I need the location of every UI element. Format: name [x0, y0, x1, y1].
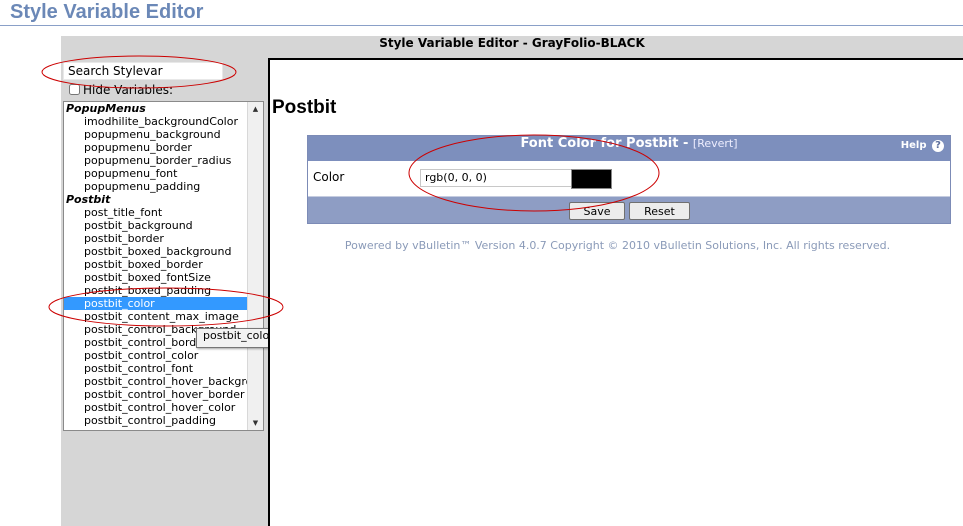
scroll-down-arrow-icon[interactable]: ▼	[248, 416, 263, 430]
revert-link[interactable]: [Revert]	[693, 137, 738, 150]
color-field-label: Color	[313, 170, 345, 184]
list-item[interactable]: postbit_control_hover_color	[64, 401, 247, 414]
list-item[interactable]: imodhilite_backgroundColor	[64, 115, 247, 128]
list-item[interactable]: popupmenu_border	[64, 141, 247, 154]
list-item[interactable]: popupmenu_border_radius	[64, 154, 247, 167]
edit-box-heading: Font Color for Postbit	[520, 136, 679, 151]
list-item[interactable]: postbit_boxed_fontSize	[64, 271, 247, 284]
list-item[interactable]: popupmenu_padding	[64, 180, 247, 193]
color-field-row: Color	[308, 161, 950, 197]
scroll-up-arrow-icon[interactable]: ▲	[248, 102, 263, 116]
list-item[interactable]: postbit_background	[64, 219, 247, 232]
list-item[interactable]: postbit_control_hover_background	[64, 375, 247, 388]
help-link[interactable]: Help ?	[901, 140, 944, 152]
list-item[interactable]: postbit_boxed_background	[64, 245, 247, 258]
window-title: Style Variable Editor - GrayFolio-BLACK	[379, 36, 645, 50]
list-group-header: Postbit	[66, 193, 111, 206]
list-item[interactable]: popupmenu_background	[64, 128, 247, 141]
hide-variables-label: Hide Variables:	[83, 83, 174, 97]
list-item[interactable]: postbit_control_color	[64, 349, 247, 362]
save-button[interactable]: Save	[569, 202, 625, 220]
main-panel: Postbit Font Color for Postbit - [Revert…	[268, 58, 963, 526]
list-item[interactable]: postbit_control_padding	[64, 414, 247, 427]
list-item-selected[interactable]: postbit_color	[64, 297, 247, 310]
edit-box-heading-separator: -	[682, 136, 689, 151]
list-item[interactable]: postbit_boxed_padding	[64, 284, 247, 297]
section-title: Postbit	[272, 97, 337, 118]
stylevar-edit-box: Font Color for Postbit - [Revert] Help ?…	[307, 135, 951, 224]
hide-variables-toggle[interactable]: Hide Variables:	[69, 83, 173, 97]
page-title: Style Variable Editor	[10, 1, 204, 23]
stylevar-list[interactable]: PopupMenus imodhilite_backgroundColor popu…	[63, 101, 264, 431]
title-divider	[0, 25, 963, 26]
list-item[interactable]: postbit_content_max_image	[64, 310, 247, 323]
help-label: Help	[900, 140, 927, 151]
color-swatch[interactable]	[571, 169, 612, 189]
edit-box-header: Font Color for Postbit - [Revert] Help ?	[308, 136, 950, 161]
hide-variables-checkbox[interactable]	[69, 84, 80, 95]
list-item[interactable]: post_title_font	[64, 206, 247, 219]
color-value-input[interactable]	[420, 169, 578, 187]
list-scrollbar[interactable]: ▲ ▼	[247, 102, 263, 430]
reset-button[interactable]: Reset	[629, 202, 690, 220]
stylevar-list-items: PopupMenus imodhilite_backgroundColor popu…	[64, 102, 247, 427]
list-group-header: PopupMenus	[66, 102, 146, 115]
list-item[interactable]: postbit_control_hover_border	[64, 388, 247, 401]
edit-box-footer: Save Reset	[308, 196, 950, 223]
list-item[interactable]: postbit_boxed_border	[64, 258, 247, 271]
list-item[interactable]: postbit_border	[64, 232, 247, 245]
list-item[interactable]: popupmenu_font	[64, 167, 247, 180]
help-icon: ?	[932, 140, 944, 152]
copyright-footer: Powered by vBulletin™ Version 4.0.7 Copy…	[344, 239, 891, 252]
list-item[interactable]: postbit_control_font	[64, 362, 247, 375]
search-stylevar-input[interactable]	[63, 62, 223, 80]
